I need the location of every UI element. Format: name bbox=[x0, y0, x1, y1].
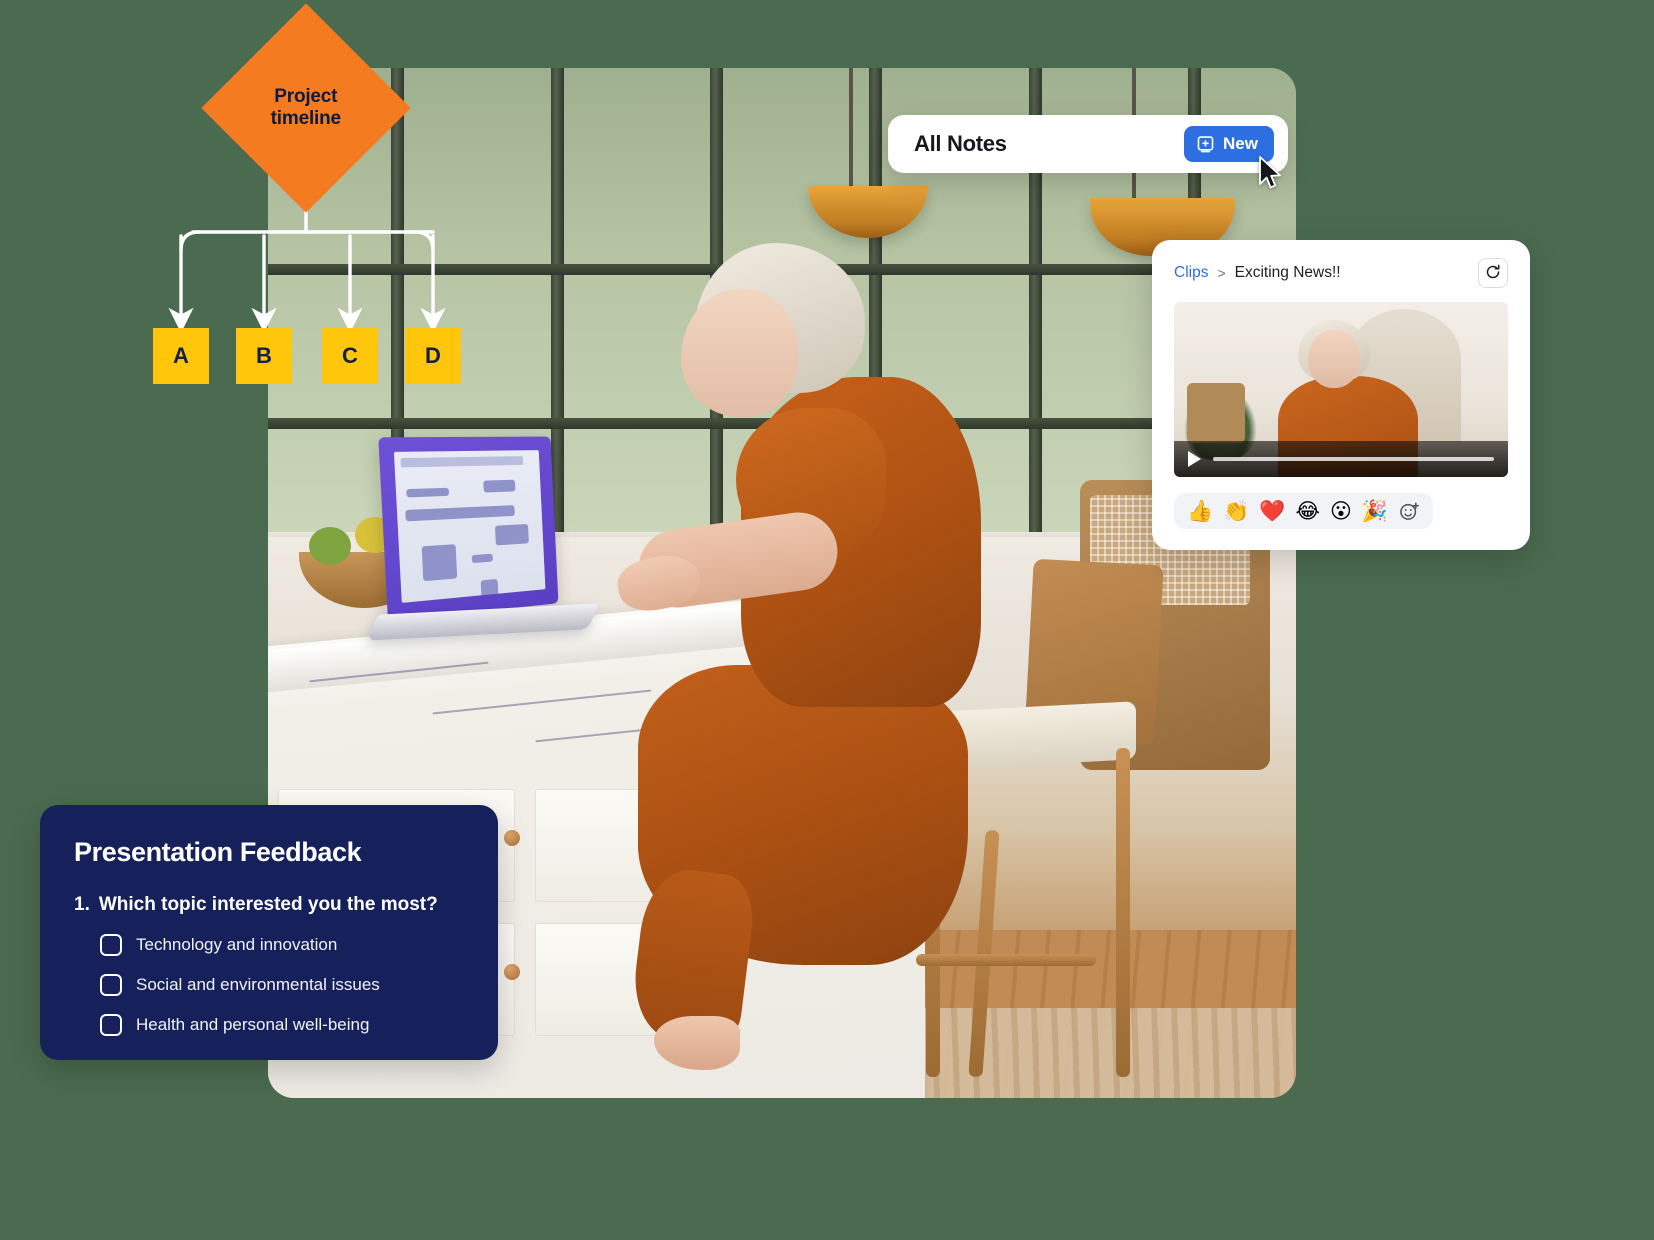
thumbs-up-emoji[interactable]: 👍 bbox=[1187, 501, 1213, 522]
feedback-option-2-label: Social and environmental issues bbox=[136, 975, 380, 994]
feedback-card-title: Presentation Feedback bbox=[74, 837, 362, 867]
feedback-option-2[interactable]: Social and environmental issues bbox=[74, 974, 464, 996]
note-plus-icon bbox=[1196, 135, 1215, 154]
laughing-tears-emoji[interactable]: 😂 bbox=[1295, 501, 1320, 522]
clip-chair bbox=[1187, 382, 1246, 443]
add-reaction-icon[interactable] bbox=[1398, 500, 1420, 522]
party-popper-emoji[interactable]: 🎉 bbox=[1362, 501, 1388, 522]
breadcrumb-current-title: Exciting News!! bbox=[1234, 264, 1341, 281]
laptop-display bbox=[394, 449, 546, 603]
stool-leg bbox=[1116, 747, 1131, 1078]
play-icon[interactable] bbox=[1188, 451, 1201, 467]
flow-root-label-line1: Project bbox=[274, 85, 338, 107]
red-heart-emoji[interactable]: ❤️ bbox=[1259, 501, 1285, 522]
feedback-checkbox-1[interactable] bbox=[100, 934, 122, 956]
feedback-checkbox-2[interactable] bbox=[100, 974, 122, 996]
new-note-button-label: New bbox=[1223, 134, 1258, 153]
window-mullion bbox=[550, 68, 564, 542]
breadcrumb-clips-link[interactable]: Clips bbox=[1174, 264, 1208, 282]
flow-root-label: Project timeline bbox=[271, 86, 341, 131]
feedback-checkbox-3[interactable] bbox=[100, 1014, 122, 1036]
clips-breadcrumb: Clips > Exciting News!! bbox=[1174, 258, 1508, 288]
flow-node-c[interactable]: C bbox=[322, 328, 378, 384]
flow-node-a[interactable]: A bbox=[153, 328, 209, 384]
flow-node-d-label: D bbox=[425, 343, 441, 368]
feedback-question: 1. Which topic interested you the most? bbox=[74, 894, 464, 916]
presentation-feedback-card: Presentation Feedback 1. Which topic int… bbox=[40, 805, 498, 1060]
person-face bbox=[681, 289, 800, 418]
feedback-option-1[interactable]: Technology and innovation bbox=[74, 934, 464, 956]
clapping-hands-emoji[interactable]: 👏 bbox=[1223, 501, 1249, 522]
reaction-bar: 👍 👏 ❤️ 😂 😮 🎉 bbox=[1174, 493, 1434, 529]
flow-node-a-label: A bbox=[173, 343, 189, 368]
clip-person-face bbox=[1307, 330, 1360, 388]
feedback-question-text: Which topic interested you the most? bbox=[98, 894, 438, 915]
flow-node-b-label: B bbox=[256, 343, 272, 368]
chevron-right-icon: > bbox=[1217, 265, 1226, 281]
page-root: Project timeline A B C D All Notes New C… bbox=[0, 0, 1654, 1240]
all-notes-card: All Notes New bbox=[888, 115, 1288, 173]
flow-node-b[interactable]: B bbox=[236, 328, 292, 384]
feedback-option-3[interactable]: Health and personal well-being bbox=[74, 1014, 464, 1036]
all-notes-title: All Notes bbox=[914, 131, 1007, 156]
feedback-option-1-label: Technology and innovation bbox=[136, 935, 338, 954]
flow-node-c-label: C bbox=[342, 343, 358, 368]
surprised-face-emoji[interactable]: 😮 bbox=[1330, 501, 1352, 522]
flow-node-d[interactable]: D bbox=[405, 328, 461, 384]
stool-stretcher bbox=[915, 953, 1096, 966]
video-progress-bar[interactable] bbox=[1213, 457, 1494, 461]
clips-card: Clips > Exciting News!! 👍 👏 ❤️ 😂 😮 🎉 bbox=[1152, 240, 1530, 550]
mouse-pointer-icon bbox=[1259, 156, 1281, 189]
laptop-screen-lid bbox=[378, 436, 559, 621]
feedback-option-3-label: Health and personal well-being bbox=[136, 1015, 370, 1034]
feedback-question-number: 1. bbox=[74, 894, 90, 915]
video-controls bbox=[1174, 441, 1508, 477]
flow-root-label-line2: timeline bbox=[270, 107, 342, 129]
pendant-cord bbox=[848, 68, 853, 188]
refresh-button[interactable] bbox=[1478, 258, 1508, 288]
clip-video-player[interactable] bbox=[1174, 302, 1508, 477]
refresh-icon bbox=[1485, 264, 1501, 283]
